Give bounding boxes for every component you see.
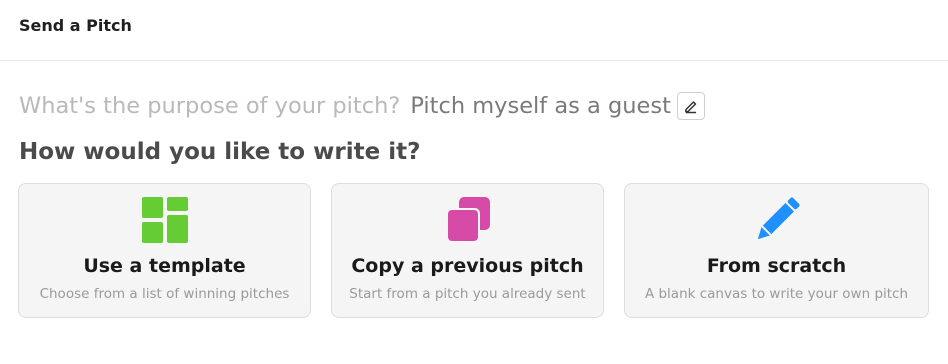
from-scratch-card[interactable]: From scratch A blank canvas to write you… — [624, 183, 929, 318]
purpose-row: What's the purpose of your pitch? Pitch … — [19, 92, 705, 120]
card-subtitle: Choose from a list of winning pitches — [39, 286, 290, 302]
pencil-icon — [754, 197, 800, 247]
use-template-card[interactable]: Use a template Choose from a list of win… — [18, 183, 311, 318]
copy-icon — [445, 197, 490, 247]
pencil-outline-icon — [684, 101, 697, 114]
edit-purpose-button[interactable] — [676, 92, 705, 120]
card-title: Copy a previous pitch — [351, 255, 584, 277]
grid-icon — [141, 197, 188, 247]
card-title: From scratch — [706, 255, 847, 277]
card-title: Use a template — [83, 255, 246, 277]
page-title: Send a Pitch — [19, 16, 132, 35]
write-method-heading: How would you like to write it? — [19, 139, 421, 165]
card-subtitle: A blank canvas to write your own pitch — [644, 286, 909, 302]
card-subtitle: Start from a pitch you already sent — [349, 286, 586, 302]
page-header: Send a Pitch — [0, 0, 948, 61]
copy-previous-pitch-card[interactable]: Copy a previous pitch Start from a pitch… — [331, 183, 604, 318]
purpose-value: Pitch myself as a guest — [410, 93, 671, 119]
purpose-question: What's the purpose of your pitch? — [19, 93, 401, 119]
